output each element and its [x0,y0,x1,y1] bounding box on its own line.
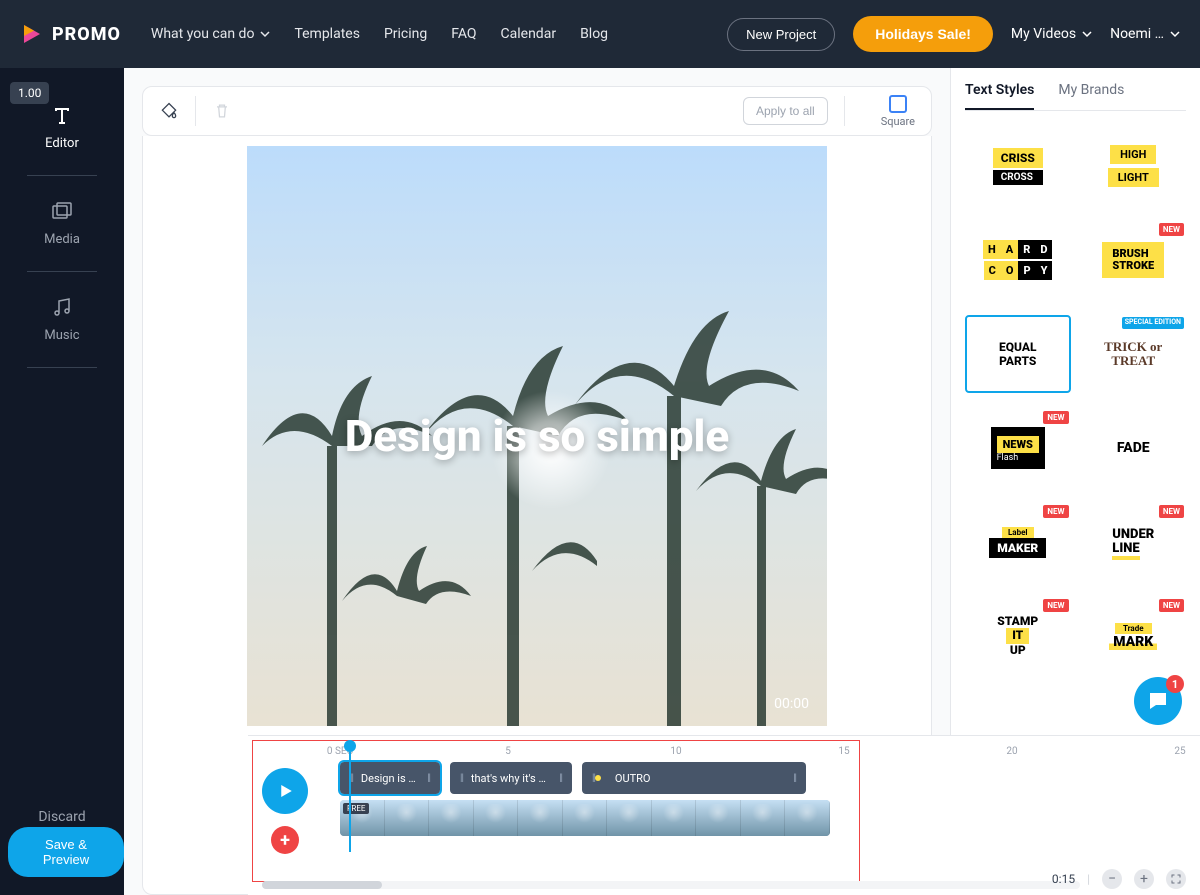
sidebar: 1.00 Editor Media Music Discard Save & P… [0,68,124,895]
main-nav: What you can do Templates Pricing FAQ Ca… [151,26,727,42]
text-style-newsflash[interactable]: NEW NEWSFlash [965,409,1071,487]
logo[interactable]: PROMO [20,22,121,46]
chevron-down-icon [1082,29,1092,39]
text-style-hardcopy[interactable]: HARD COPY [965,221,1071,299]
video-canvas[interactable]: Design is so simple 00:00 [247,146,827,726]
divider [27,271,97,272]
chevron-down-icon [260,29,270,39]
divider [844,96,845,126]
fill-icon[interactable] [159,101,179,121]
user-menu[interactable]: Noemi … [1110,26,1180,42]
text-style-labelmaker[interactable]: NEW LabelMAKER [965,503,1071,581]
add-clip-button[interactable]: + [271,826,299,854]
tab-my-brands[interactable]: My Brands [1058,82,1124,110]
play-logo-icon [20,22,44,46]
my-videos-link[interactable]: My Videos [1011,26,1092,42]
save-preview-button[interactable]: Save & Preview [8,827,124,877]
fit-button[interactable] [1166,869,1186,889]
zoom-in-button[interactable]: + [1134,869,1154,889]
video-track-row: FREE [340,800,1200,836]
text-style-trickortreat[interactable]: SPECIAL EDITION TRICK orTREAT [1081,315,1187,393]
timeline: 0 SEC 5 10 15 20 25 + ||Design is …|| [248,735,1200,895]
media-icon [50,200,74,224]
text-style-equalparts[interactable]: EQUALPARTS [965,315,1071,393]
nav-calendar[interactable]: Calendar [501,26,557,42]
chevron-down-icon [1170,29,1180,39]
expand-icon [1170,873,1182,885]
divider [27,367,97,368]
text-style-stampitup[interactable]: NEW STAMPITUP [965,597,1071,675]
text-style-trademark[interactable]: NEW TradeMARK [1081,597,1187,675]
aspect-ratio-button[interactable]: Square [881,95,915,128]
apply-to-all-button[interactable]: Apply to all [743,97,828,125]
nav-what-you-can-do[interactable]: What you can do [151,26,271,42]
nav-templates[interactable]: Templates [294,26,360,42]
sidebar-item-music[interactable]: Music [22,278,102,361]
timeline-status: 0:15 | − + [1052,869,1186,889]
zoom-out-button[interactable]: − [1102,869,1122,889]
video-clip[interactable]: FREE [340,800,830,836]
holidays-sale-button[interactable]: Holidays Sale! [853,16,993,52]
square-icon [889,95,907,113]
play-icon [276,782,294,800]
outro-clip[interactable]: ||OUTRO|| [582,762,806,794]
nav-pricing[interactable]: Pricing [384,26,427,42]
new-project-button[interactable]: New Project [727,18,835,51]
chat-icon [1146,689,1170,713]
chat-badge: 1 [1166,675,1184,693]
toolbar: Apply to all Square [142,86,932,136]
text-styles-grid: CRISSCROSS HIGHLIGHT HARD COPY NEW BRUSH… [965,127,1186,675]
header-actions: New Project Holidays Sale! My Videos Noe… [727,16,1180,52]
logo-text: PROMO [52,24,121,45]
text-clip-2[interactable]: ||that's why it's s…|| [450,762,572,794]
text-style-fade[interactable]: FADE [1081,409,1187,487]
nav-blog[interactable]: Blog [580,26,608,42]
timeline-ruler[interactable]: 0 SEC 5 10 15 20 25 [340,746,1200,762]
text-style-crisscross[interactable]: CRISSCROSS [965,127,1071,205]
header: PROMO What you can do Templates Pricing … [0,0,1200,68]
chat-bubble[interactable]: 1 [1134,677,1182,725]
trash-icon[interactable] [212,101,232,121]
version-badge: 1.00 [10,82,49,104]
canvas-time: 00:00 [774,696,809,712]
playhead[interactable] [344,740,356,852]
text-track: ||Design is …|| ||that's why it's s…|| |… [340,762,1200,794]
discard-button[interactable]: Discard [38,809,85,825]
text-style-highlight[interactable]: HIGHLIGHT [1081,127,1187,205]
sidebar-item-media[interactable]: Media [22,182,102,265]
divider [195,96,196,126]
text-style-underline[interactable]: NEW UNDERLINE [1081,503,1187,581]
nav-faq[interactable]: FAQ [451,26,476,42]
text-style-brushstroke[interactable]: NEW BRUSHSTROKE [1081,221,1187,299]
music-icon [50,296,74,320]
right-tabs: Text Styles My Brands [965,82,1186,111]
text-icon [50,104,74,128]
duration-label: 0:15 [1052,872,1075,886]
tab-text-styles[interactable]: Text Styles [965,82,1034,110]
timeline-scrollbar[interactable] [262,881,1080,889]
divider [27,175,97,176]
play-button[interactable] [262,768,308,814]
canvas-overlay-text[interactable]: Design is so simple [345,410,730,462]
